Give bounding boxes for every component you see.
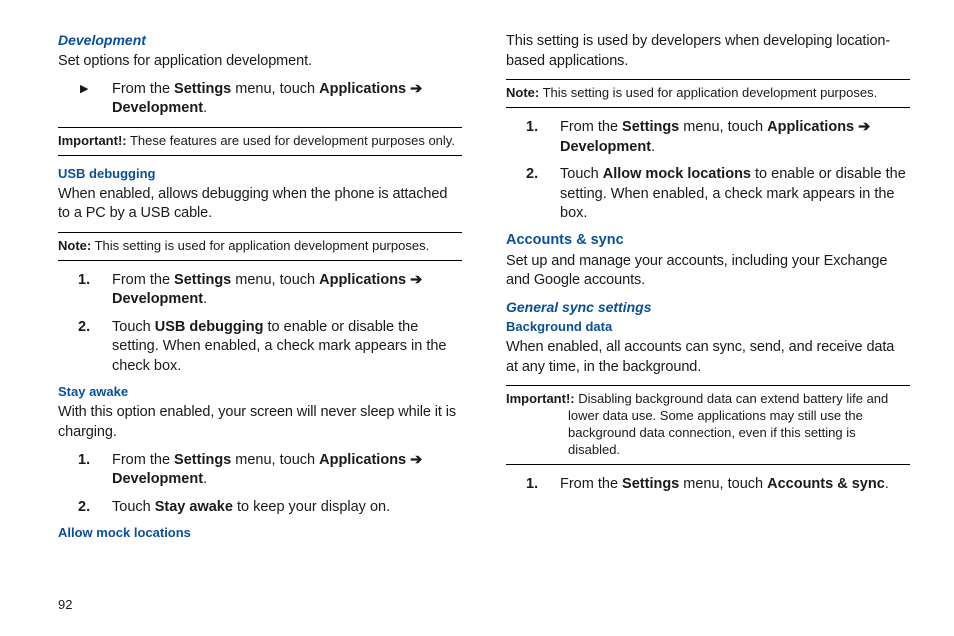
note-label: Note: [58, 238, 91, 253]
heading-general-sync: General sync settings [506, 299, 910, 315]
bgdata-intro: When enabled, all accounts can sync, sen… [506, 338, 910, 377]
heading-mock-locations: Allow mock locations [58, 525, 462, 540]
bgdata-step-1: From the Settings menu, touch Accounts &… [546, 475, 910, 495]
stay-steps: From the Settings menu, touch Applicatio… [58, 451, 462, 518]
important-label: Important!: [58, 133, 127, 148]
stay-intro: With this option enabled, your screen wi… [58, 403, 462, 442]
two-column-layout: Development Set options for application … [58, 32, 910, 572]
development-nav-list: ▶ From the Settings menu, touch Applicat… [58, 80, 462, 119]
mock-step-1: From the Settings menu, touch Applicatio… [546, 118, 910, 157]
development-intro: Set options for application development. [58, 52, 462, 72]
usb-intro: When enabled, allows debugging when the … [58, 185, 462, 224]
heading-stay-awake: Stay awake [58, 384, 462, 399]
page-number: 92 [58, 597, 72, 612]
note-box-mock: Note: This setting is used for applicati… [506, 79, 910, 108]
important-box-development: Important!: These features are used for … [58, 127, 462, 156]
manual-page: Development Set options for application … [0, 0, 954, 636]
important-label: Important!: [506, 391, 575, 406]
arrow-icon: ➔ [406, 81, 422, 97]
development-nav-item: ▶ From the Settings menu, touch Applicat… [98, 80, 462, 119]
triangle-bullet-icon: ▶ [80, 82, 88, 97]
mock-steps: From the Settings menu, touch Applicatio… [506, 118, 910, 224]
bgdata-steps: From the Settings menu, touch Accounts &… [506, 475, 910, 495]
heading-development: Development [58, 32, 462, 48]
stay-step-1: From the Settings menu, touch Applicatio… [98, 451, 462, 490]
mock-intro: This setting is used by developers when … [506, 32, 910, 71]
important-text: Disabling background data can extend bat… [568, 391, 888, 457]
heading-background-data: Background data [506, 319, 910, 334]
note-text: This setting is used for application dev… [91, 238, 429, 253]
heading-usb-debugging: USB debugging [58, 166, 462, 181]
usb-steps: From the Settings menu, touch Applicatio… [58, 271, 462, 377]
stay-step-2: Touch Stay awake to keep your display on… [98, 498, 462, 518]
usb-step-2: Touch USB debugging to enable or disable… [98, 318, 462, 377]
note-text: This setting is used for application dev… [539, 85, 877, 100]
important-text: These features are used for development … [127, 133, 455, 148]
usb-step-1: From the Settings menu, touch Applicatio… [98, 271, 462, 310]
important-box-bgdata: Important!: Disabling background data ca… [506, 385, 910, 465]
accounts-intro: Set up and manage your accounts, includi… [506, 252, 910, 291]
heading-accounts-sync: Accounts & sync [506, 232, 910, 248]
nav-text: From the Settings menu, touch Applicatio… [112, 81, 422, 117]
note-label: Note: [506, 85, 539, 100]
arrow-icon: ➔ [406, 272, 422, 288]
arrow-icon: ➔ [854, 119, 870, 135]
arrow-icon: ➔ [406, 452, 422, 468]
mock-step-2: Touch Allow mock locations to enable or … [546, 165, 910, 224]
note-box-usb: Note: This setting is used for applicati… [58, 232, 462, 261]
